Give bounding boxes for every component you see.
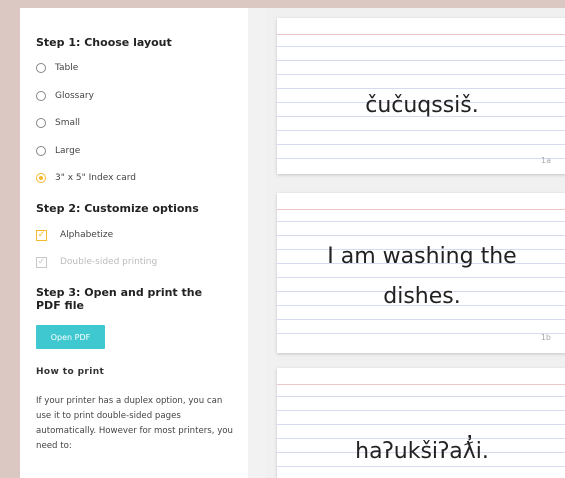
alphabetize-label: Alphabetize <box>60 230 114 240</box>
alphabetize-option[interactable]: ✓ Alphabetize <box>36 228 113 242</box>
layout-option-index-card[interactable]: 3" x 5" Index card <box>36 171 136 185</box>
layout-option-label: Glossary <box>55 91 94 101</box>
step3-title: Step 3: Open and print the PDF file <box>36 286 203 312</box>
layout-option-label: Table <box>55 63 79 73</box>
step1-title: Step 1: Choose layout <box>36 36 172 49</box>
options-panel: Step 1: Choose layout Table Glossary Sma… <box>20 8 248 478</box>
radio-icon[interactable] <box>36 63 46 73</box>
layout-option-label: 3" x 5" Index card <box>55 173 136 183</box>
layout-option-label: Large <box>55 146 81 156</box>
step2-title: Step 2: Customize options <box>36 202 199 215</box>
radio-selected-icon[interactable] <box>36 173 46 183</box>
scroll-gutter <box>248 8 266 478</box>
radio-icon[interactable] <box>36 91 46 101</box>
index-card-1a: čučuqssiš. 1a <box>277 18 565 174</box>
layout-option-label: Small <box>55 118 80 128</box>
howto-text: If your printer has a duplex option, you… <box>36 396 233 451</box>
checkbox-disabled-icon: ✓ <box>36 256 47 268</box>
layout-option-table[interactable]: Table <box>36 61 78 75</box>
open-pdf-button[interactable]: Open PDF <box>36 325 105 349</box>
card-text: haʔukšiʔaƛ̓i. <box>355 439 489 464</box>
radio-icon[interactable] <box>36 146 46 156</box>
card-text: I am washing the dishes. <box>327 244 517 309</box>
card-number: 1b <box>540 333 551 342</box>
card-number: 1a <box>541 156 551 165</box>
layout-option-small[interactable]: Small <box>36 116 80 130</box>
howto-title: How to print <box>36 367 105 377</box>
double-sided-option: ✓ Double-sided printing <box>36 255 157 269</box>
layout-option-glossary[interactable]: Glossary <box>36 89 94 103</box>
radio-icon[interactable] <box>36 118 46 128</box>
checkbox-checked-icon[interactable]: ✓ <box>36 229 47 241</box>
index-card-1b: I am washing the dishes. 1b <box>277 193 565 353</box>
double-sided-label: Double-sided printing <box>60 257 158 267</box>
layout-option-large[interactable]: Large <box>36 144 80 158</box>
card-text: čučuqssiš. <box>365 93 479 118</box>
index-card-2a: haʔukšiʔaƛ̓i. <box>277 368 565 478</box>
